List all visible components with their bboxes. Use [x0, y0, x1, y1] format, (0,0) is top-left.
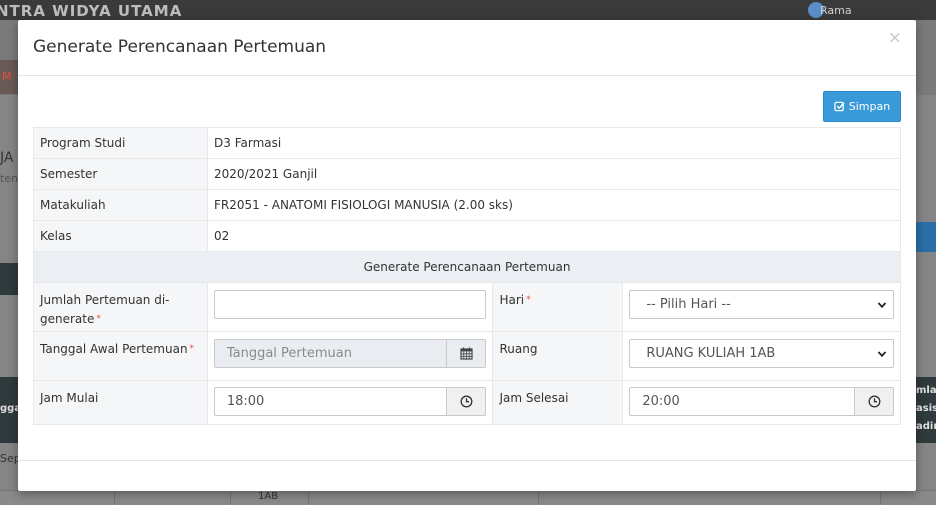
modal-title: Generate Perencanaan Pertemuan	[33, 37, 327, 57]
hari-label: Hari *	[492, 282, 624, 332]
background-block	[0, 263, 20, 295]
save-button[interactable]: Simpan	[823, 91, 901, 122]
matakuliah-label: Matakuliah	[33, 189, 208, 221]
generate-modal: Generate Perencanaan Pertemuan × Simpan …	[18, 20, 916, 491]
table-row: Matakuliah FR2051 - ANATOMI FISIOLOGI MA…	[33, 189, 901, 221]
jam-selesai-clock-button[interactable]	[855, 387, 894, 416]
jam-selesai-label: Jam Selesai	[492, 380, 624, 425]
program-studi-label: Program Studi	[33, 127, 208, 159]
calendar-button[interactable]	[447, 339, 487, 368]
semester-label: Semester	[33, 158, 208, 190]
matakuliah-value: FR2051 - ANATOMI FISIOLOGI MANUSIA (2.00…	[207, 189, 901, 221]
form-row: Tanggal Awal Pertemuan * Tanggal Pertemu…	[33, 331, 901, 381]
chevron-down-icon	[877, 351, 887, 358]
background-text: mlah asis adir	[916, 385, 936, 432]
jam-selesai-group	[629, 387, 894, 416]
background-text: ten	[0, 172, 19, 185]
background-nav-item: M	[0, 60, 20, 94]
jam-selesai-input[interactable]	[629, 387, 855, 416]
jam-mulai-label: Jam Mulai	[33, 380, 208, 425]
background-table: 1AB	[0, 490, 936, 505]
table-row: Program Studi D3 Farmasi	[33, 127, 901, 159]
check-square-icon	[834, 101, 845, 112]
jam-mulai-group	[213, 387, 487, 416]
tanggal-awal-group	[213, 339, 487, 368]
tanggal-awal-label: Tanggal Awal Pertemuan *	[33, 331, 208, 381]
generate-form: Jumlah Pertemuan di-generate * Hari * -- P…	[33, 282, 901, 425]
ruang-select-value: RUANG KULIAH 1AB	[646, 346, 776, 361]
form-row: Jumlah Pertemuan di-generate * Hari * -- P…	[33, 282, 901, 332]
modal-footer	[18, 460, 916, 461]
section-header-row: Generate Perencanaan Pertemuan	[33, 251, 901, 283]
required-mark: *	[96, 314, 101, 324]
modal-header: Generate Perencanaan Pertemuan ×	[18, 20, 916, 76]
chevron-down-icon	[877, 302, 887, 309]
semester-value: 2020/2021 Ganjil	[207, 158, 901, 190]
kelas-value: 02	[207, 220, 901, 252]
form-row: Jam Mulai Jam Selesai	[33, 380, 901, 425]
program-studi-value: D3 Farmasi	[207, 127, 901, 159]
clock-icon	[868, 395, 880, 408]
kelas-label: Kelas	[33, 220, 208, 252]
jam-mulai-clock-button[interactable]	[447, 387, 487, 416]
jumlah-pertemuan-label: Jumlah Pertemuan di-generate *	[33, 282, 208, 332]
table-row: Semester 2020/2021 Ganjil	[33, 158, 901, 190]
table-row: Kelas 02	[33, 220, 901, 252]
ruang-label: Ruang	[492, 331, 624, 381]
hari-select-value: -- Pilih Hari --	[646, 297, 731, 312]
ruang-select[interactable]: RUANG KULIAH 1AB	[629, 339, 894, 368]
jam-mulai-input[interactable]	[213, 387, 448, 416]
clock-icon	[460, 395, 473, 408]
background-block: ggal	[0, 377, 25, 443]
required-mark: *	[526, 295, 531, 305]
background-brand: NTRA WIDYA UTAMA	[0, 2, 183, 20]
save-button-label: Simpan	[848, 100, 891, 113]
info-table: Program Studi D3 Farmasi Semester 2020/2…	[33, 127, 901, 283]
background-block	[916, 222, 936, 252]
background-header: NTRA WIDYA UTAMA Rama	[0, 0, 936, 20]
background-user: Rama	[820, 4, 852, 17]
hari-select[interactable]: -- Pilih Hari --	[629, 290, 894, 319]
background-text: JA	[0, 150, 14, 166]
required-mark: *	[189, 344, 195, 354]
jumlah-pertemuan-input[interactable]	[213, 290, 487, 319]
calendar-icon	[460, 347, 473, 360]
tanggal-awal-input[interactable]	[213, 339, 448, 368]
section-header: Generate Perencanaan Pertemuan	[33, 251, 901, 283]
close-button[interactable]: ×	[888, 30, 902, 47]
